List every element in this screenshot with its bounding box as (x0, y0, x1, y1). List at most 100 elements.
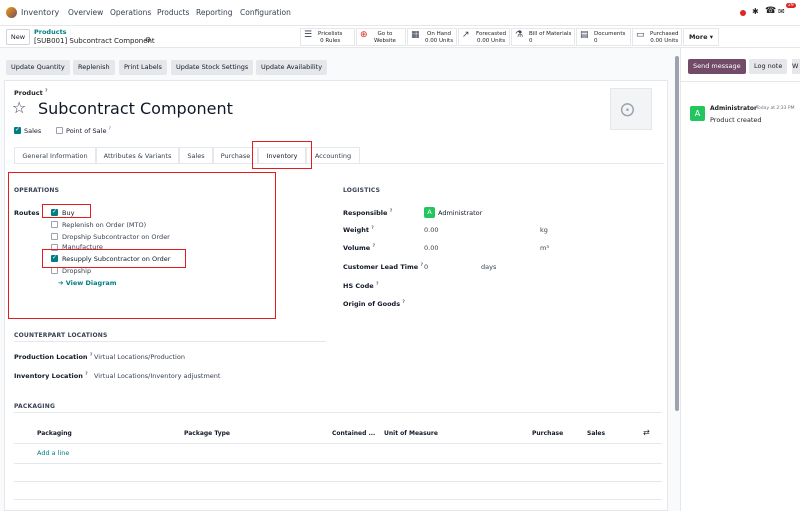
smart-label: Forecasted (476, 31, 507, 37)
col-packaging[interactable]: Packaging (37, 430, 72, 437)
buy-route-highlight (42, 204, 91, 218)
update-quantity-button[interactable]: Update Quantity (6, 60, 70, 75)
on-hand-button[interactable]: ▦ On Hand 0.00 Units (407, 28, 457, 46)
col-sales[interactable]: Sales (587, 430, 605, 437)
product-image-placeholder[interactable]: ⊙ (610, 88, 652, 130)
column-settings-icon[interactable]: ⇄ (643, 428, 650, 437)
chatter-divider (680, 81, 800, 82)
customer-lead-time-unit: days (481, 263, 497, 271)
message-author[interactable]: Administrator (710, 105, 757, 112)
sales-label: Sales (24, 127, 42, 135)
inventory-location-value[interactable]: Virtual Locations/Inventory adjustment (94, 372, 220, 380)
resupply-route-highlight (42, 249, 186, 268)
production-location-value[interactable]: Virtual Locations/Production (94, 353, 185, 361)
responsible-value[interactable]: Administrator (438, 209, 482, 217)
tab-general-information[interactable]: General Information (14, 147, 96, 164)
weight-value[interactable]: 0.00 (424, 226, 438, 234)
menu-products[interactable]: Products (157, 8, 189, 17)
product-type-label: Product ? (14, 89, 48, 97)
breadcrumb-parent[interactable]: Products (34, 28, 67, 36)
menu-operations[interactable]: Operations (110, 8, 151, 17)
tab-attributes-variants[interactable]: Attributes & Variants (96, 147, 179, 164)
smart-label: Purchased (650, 31, 679, 37)
smart-label: Go to (377, 31, 393, 37)
chart-icon: ↗ (462, 30, 470, 40)
camera-icon: ⊙ (619, 97, 636, 121)
inventory-location-label: Inventory Location ? (14, 372, 88, 380)
pricelists-button[interactable]: ☰ Pricelists 0 Rules (300, 28, 355, 46)
whatsapp-button[interactable]: W (792, 59, 800, 74)
col-contained[interactable]: Contained ... (332, 430, 375, 437)
forecasted-button[interactable]: ↗ Forecasted 0.00 Units (458, 28, 510, 46)
pos-checkbox[interactable] (56, 127, 63, 134)
volume-unit: m³ (540, 244, 549, 252)
update-stock-settings-button[interactable]: Update Stock Settings (171, 60, 254, 75)
documents-button[interactable]: ▤ Documents 0 (576, 28, 631, 46)
scrollbar[interactable] (675, 56, 679, 411)
product-name[interactable]: Subcontract Component (38, 99, 233, 118)
smart-label: Bill of Materials (529, 31, 572, 37)
smart-value: 0 Rules (320, 38, 341, 44)
new-button[interactable]: New (6, 29, 30, 45)
responsible-label: Responsible ? (343, 209, 393, 217)
smart-value: Website (374, 38, 396, 44)
bug-icon[interactable]: ✱ (752, 7, 759, 16)
notification-badge: 29 (786, 3, 796, 8)
weight-label: Weight ? (343, 226, 374, 234)
pos-label: Point of Sale ? (66, 127, 111, 135)
sales-checkbox[interactable] (14, 126, 21, 134)
message-time: Today at 2:33 PM (756, 106, 795, 111)
packaging-divider (14, 412, 662, 413)
packaging-section-title: PACKAGING (14, 403, 56, 410)
replenish-button[interactable]: Replenish (73, 60, 115, 75)
table-row-line (14, 463, 662, 464)
gear-icon[interactable]: ⚙ (145, 36, 151, 44)
log-note-button[interactable]: Log note (749, 59, 788, 74)
update-availability-button[interactable]: Update Availability (256, 60, 328, 75)
avatar: A (690, 106, 705, 121)
bom-button[interactable]: ⚗ Bill of Materials 0 (511, 28, 575, 46)
operations-highlight (8, 172, 276, 319)
menu-configuration[interactable]: Configuration (240, 8, 291, 17)
cubes-icon: ▦ (411, 30, 420, 40)
col-purchase[interactable]: Purchase (532, 430, 563, 437)
chat-icon[interactable]: ✉ (778, 7, 785, 16)
app-name[interactable]: Inventory (21, 8, 59, 17)
menu-reporting[interactable]: Reporting (196, 8, 232, 17)
customer-lead-time-value[interactable]: 0 (424, 263, 428, 271)
menu-overview[interactable]: Overview (68, 8, 103, 17)
app-logo-icon[interactable] (6, 7, 17, 18)
tab-accounting[interactable]: Accounting (306, 147, 360, 164)
credit-card-icon: ▭ (636, 30, 645, 40)
control-panel: New Products [SUB001] Subcontract Compon… (0, 26, 800, 48)
globe-icon: ⊕ (360, 30, 368, 40)
logistics-section-title: LOGISTICS (343, 187, 381, 194)
customer-lead-time-label: Customer Lead Time ? (343, 263, 424, 271)
col-package-type[interactable]: Package Type (184, 430, 230, 437)
phone-icon[interactable]: ☎ (765, 6, 776, 16)
more-button[interactable]: More ▾ (683, 28, 719, 46)
volume-value[interactable]: 0.00 (424, 244, 438, 252)
tab-divider (14, 163, 664, 164)
col-unit-of-measure[interactable]: Unit of Measure (384, 430, 438, 437)
website-button[interactable]: ⊕ Go to Website (356, 28, 406, 46)
smart-value: 0 (529, 38, 533, 44)
smart-label: On Hand (427, 31, 452, 37)
smart-value: 0.00 Units (650, 38, 679, 44)
send-message-button[interactable]: Send message (688, 59, 746, 74)
inventory-tab-highlight (252, 141, 312, 169)
message-body: Product created (710, 116, 762, 124)
counterpart-section-title: COUNTERPART LOCATIONS (14, 332, 108, 339)
add-line-link[interactable]: Add a line (37, 449, 69, 457)
favorite-star-icon[interactable]: ☆ (12, 98, 26, 117)
avatar: A (424, 207, 435, 218)
status-dot-icon[interactable] (740, 10, 746, 16)
flask-icon: ⚗ (515, 30, 524, 40)
weight-unit: kg (540, 226, 548, 234)
table-row-line (14, 499, 662, 500)
print-labels-button[interactable]: Print Labels (119, 60, 167, 75)
hs-code-label: HS Code ? (343, 282, 379, 290)
purchased-button[interactable]: ▭ Purchased 0.00 Units (632, 28, 682, 46)
smart-value: 0.00 Units (477, 38, 506, 44)
tab-sales[interactable]: Sales (179, 147, 213, 164)
